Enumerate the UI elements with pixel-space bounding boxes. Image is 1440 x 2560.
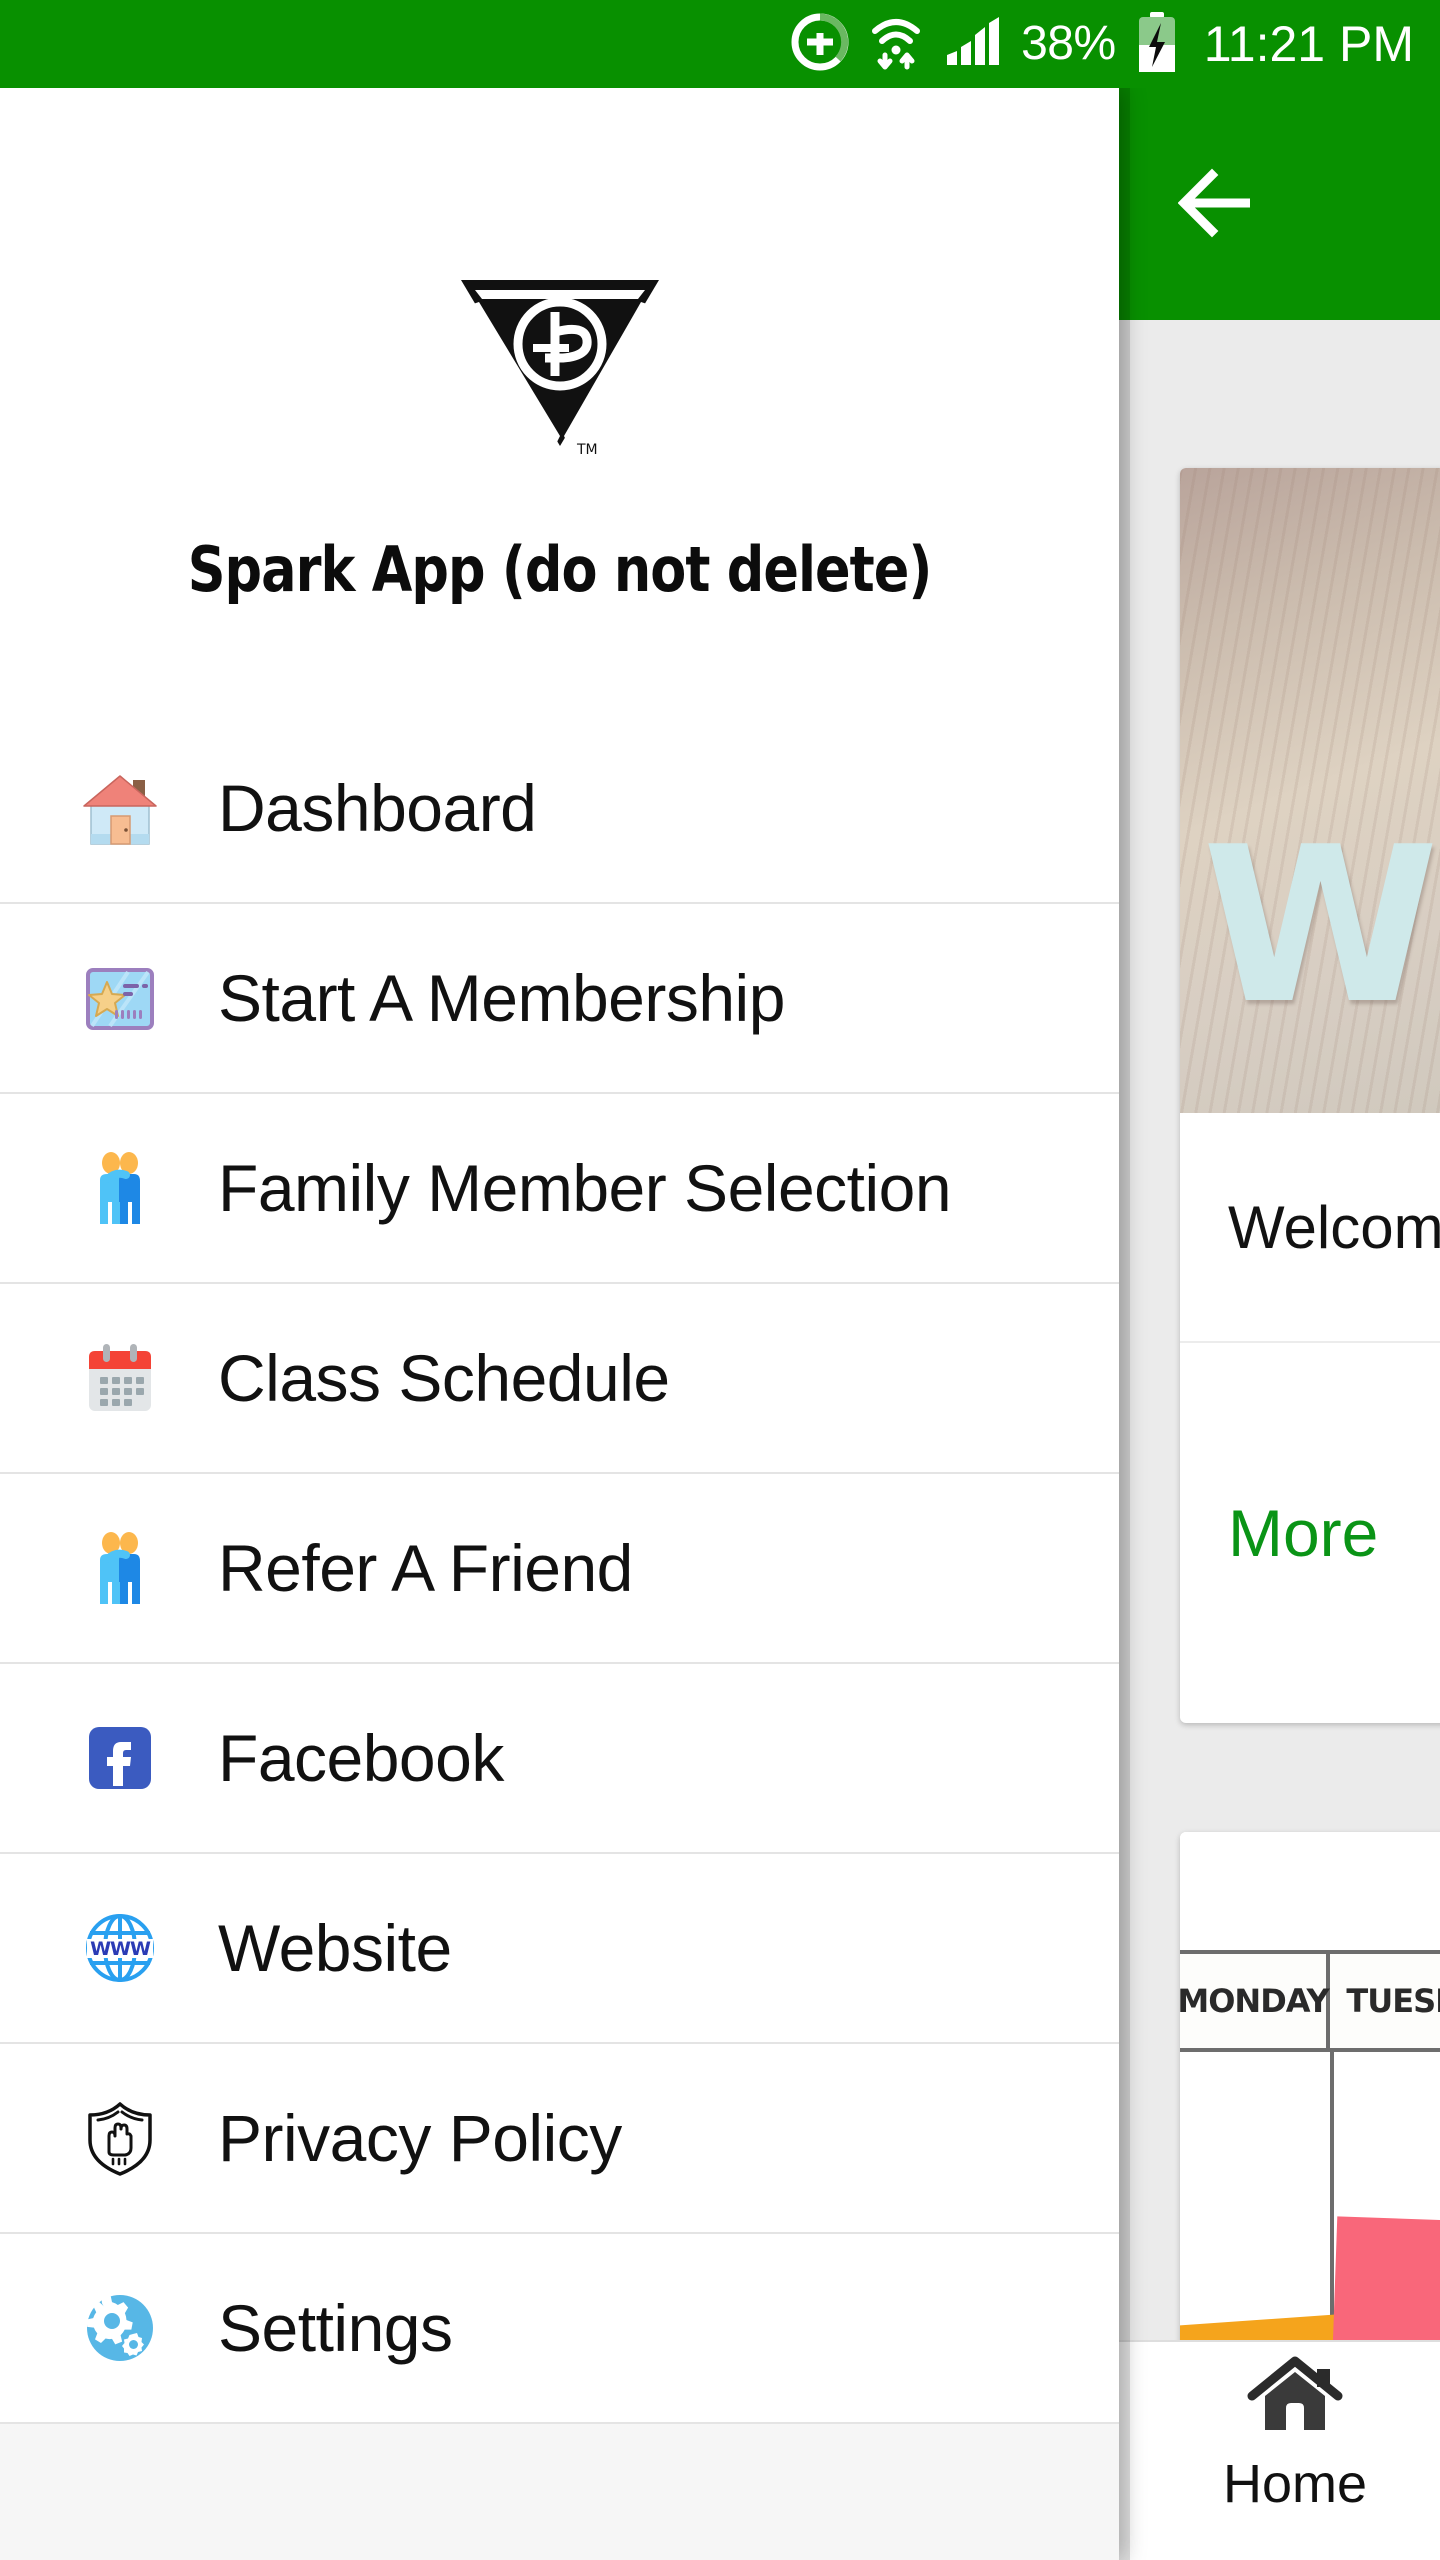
drawer-brand-title: Spark App (do not delete) — [187, 533, 933, 606]
calendar-header-row: MONDAY TUESDAY — [1180, 1954, 1440, 2052]
arrow-left-icon[interactable] — [1177, 168, 1258, 238]
shield-hand-icon — [78, 2096, 162, 2180]
ticket-star-icon — [78, 956, 162, 1040]
svg-text:WWW: WWW — [90, 1938, 151, 1960]
cellular-signal-icon — [943, 15, 1001, 74]
menu-item-family-member-selection[interactable]: Family Member Selection — [0, 1094, 1119, 1284]
calendar-day-column: TUESDAY — [1330, 1954, 1440, 2048]
calendar-icon — [78, 1336, 162, 1420]
navigation-drawer: TM Spark App (do not delete) Dashboard S… — [0, 88, 1119, 2560]
menu-item-settings[interactable]: Settings — [0, 2234, 1119, 2424]
house-icon — [78, 766, 162, 850]
menu-item-label: Dashboard — [218, 771, 537, 845]
bottom-nav-label: Home — [1222, 2454, 1368, 2514]
welcome-photo-letter: W — [1202, 800, 1439, 1051]
drawer-header: TM Spark App (do not delete) — [0, 88, 1119, 712]
welcome-card-action-row[interactable]: More — [1180, 1343, 1440, 1723]
calendar-day-label: TUESDAY — [1346, 1982, 1440, 2020]
calendar-top-row — [1180, 1832, 1440, 1954]
menu-item-dashboard[interactable]: Dashboard — [0, 714, 1119, 904]
menu-item-class-schedule[interactable]: Class Schedule — [0, 1284, 1119, 1474]
svg-text:TM: TM — [576, 442, 598, 456]
menu-item-label: Website — [218, 1911, 452, 1985]
home-icon — [1247, 2356, 1343, 2443]
menu-item-website[interactable]: WWW Website — [0, 1854, 1119, 2044]
bottom-nav-item-home[interactable]: Home — [1180, 2356, 1410, 2515]
welcome-card-title: Welcome — [1228, 1193, 1440, 1261]
drawer-scrim[interactable] — [1118, 88, 1130, 2560]
menu-item-label: Refer A Friend — [218, 1531, 633, 1605]
drawer-footer — [0, 2424, 1119, 2560]
battery-charging-icon — [1136, 11, 1178, 78]
phone-screen: W Welcome More MONDAY — [0, 0, 1440, 2560]
menu-item-refer-a-friend[interactable]: Refer A Friend — [0, 1474, 1119, 1664]
calendar-day-label: MONDAY — [1180, 1982, 1330, 2020]
two-people-icon — [78, 1146, 162, 1230]
wifi-icon — [869, 13, 923, 76]
welcome-card-photo: W — [1180, 468, 1440, 1113]
calendar-day-column: MONDAY — [1180, 1954, 1330, 2048]
gears-icon — [78, 2286, 162, 2370]
spark-triangle-logo: TM — [457, 274, 663, 461]
status-bar: 38% 11:21 PM — [0, 0, 1440, 88]
menu-item-start-a-membership[interactable]: Start A Membership — [0, 904, 1119, 1094]
status-bar-right-group: 38% 11:21 PM — [791, 11, 1414, 78]
menu-item-label: Class Schedule — [218, 1341, 670, 1415]
menu-item-label: Facebook — [218, 1721, 504, 1795]
menu-item-facebook[interactable]: Facebook — [0, 1664, 1119, 1854]
menu-item-label: Start A Membership — [218, 961, 785, 1035]
globe-www-icon: WWW — [78, 1906, 162, 1990]
menu-item-privacy-policy[interactable]: Privacy Policy — [0, 2044, 1119, 2234]
menu-item-label: Privacy Policy — [218, 2101, 622, 2175]
two-people-icon — [78, 1526, 162, 1610]
welcome-card[interactable]: W Welcome More — [1180, 468, 1440, 1723]
drawer-menu-list: Dashboard Start A Membership Family Memb… — [0, 712, 1119, 2424]
welcome-more-button[interactable]: More — [1228, 1495, 1378, 1571]
status-bar-clock: 11:21 PM — [1203, 16, 1414, 72]
menu-item-label: Settings — [218, 2291, 453, 2365]
facebook-icon — [78, 1716, 162, 1800]
welcome-card-title-row: Welcome — [1180, 1113, 1440, 1343]
battery-percent-text: 38% — [1021, 17, 1116, 70]
circle-plus-icon — [791, 12, 849, 76]
menu-item-label: Family Member Selection — [218, 1151, 952, 1225]
